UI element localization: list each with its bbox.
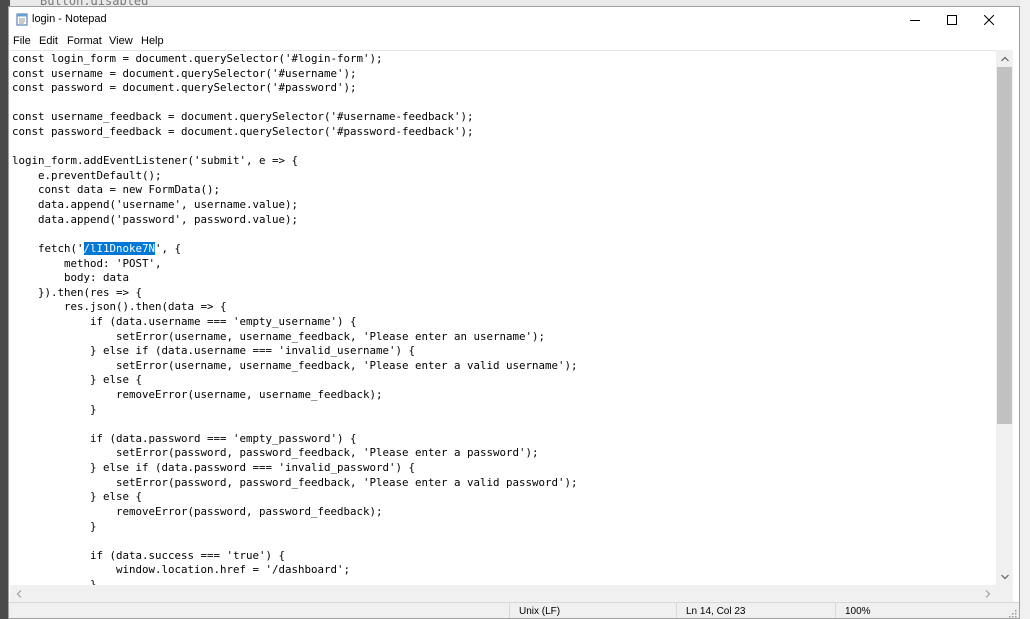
minimize-icon bbox=[910, 19, 920, 21]
code-line[interactable]: } else { bbox=[12, 373, 578, 388]
chevron-right-icon bbox=[985, 589, 990, 598]
code-line[interactable]: const password_feedback = document.query… bbox=[12, 125, 578, 140]
chevron-left-icon bbox=[16, 589, 21, 598]
vertical-scrollbar[interactable] bbox=[996, 50, 1013, 585]
status-zoom: 100% bbox=[835, 603, 1019, 618]
window-title: login - Notepad bbox=[32, 13, 107, 25]
code-line[interactable]: removeError(password, password_feedback)… bbox=[12, 505, 578, 520]
code-line[interactable]: if (data.username === 'empty_username') … bbox=[12, 315, 578, 330]
title-bar[interactable]: login - Notepad bbox=[9, 7, 1019, 32]
horizontal-scrollbar[interactable] bbox=[10, 585, 996, 602]
code-line[interactable]: const login_form = document.querySelecto… bbox=[12, 52, 578, 67]
code-line[interactable]: if (data.success === 'true') { bbox=[12, 549, 578, 564]
notepad-window: login - Notepad File Edit Format View He… bbox=[8, 6, 1020, 619]
scroll-left-button[interactable] bbox=[10, 585, 27, 602]
code-line[interactable]: method: 'POST', bbox=[12, 257, 578, 272]
scroll-down-button[interactable] bbox=[996, 568, 1013, 585]
menu-bar: File Edit Format View Help bbox=[9, 32, 1019, 50]
chevron-down-icon bbox=[1000, 574, 1009, 579]
maximize-button[interactable] bbox=[934, 7, 970, 32]
code-line[interactable]: setError(username, username_feedback, 'P… bbox=[12, 359, 578, 374]
code-line[interactable]: e.preventDefault(); bbox=[12, 169, 578, 184]
scroll-right-button[interactable] bbox=[979, 585, 996, 602]
code-line[interactable]: body: data bbox=[12, 271, 578, 286]
scrollbar-corner bbox=[996, 585, 1013, 602]
menu-format[interactable]: Format bbox=[67, 35, 102, 47]
code-line[interactable]: setError(password, password_feedback, 'P… bbox=[12, 446, 578, 461]
menu-view[interactable]: View bbox=[109, 35, 133, 47]
code-line-text: fetch(' bbox=[12, 241, 84, 255]
code-line[interactable]: fetch('/lI1Dnoke7N', { bbox=[12, 241, 578, 257]
menu-file[interactable]: File bbox=[13, 35, 31, 47]
editor-text[interactable]: const login_form = document.querySelecto… bbox=[12, 52, 578, 586]
code-line[interactable] bbox=[12, 227, 578, 242]
code-line[interactable]: removeError(username, username_feedback)… bbox=[12, 388, 578, 403]
background-right-strip bbox=[1020, 0, 1030, 619]
code-line-suffix: ', { bbox=[155, 241, 182, 255]
code-line[interactable]: const password = document.querySelector(… bbox=[12, 81, 578, 96]
status-cursor-position: Ln 14, Col 23 bbox=[676, 603, 835, 618]
code-line[interactable]: } else { bbox=[12, 490, 578, 505]
code-line[interactable]: const username = document.querySelector(… bbox=[12, 67, 578, 82]
code-line[interactable]: login_form.addEventListener('submit', e … bbox=[12, 154, 578, 169]
status-bar: Unix (LF) Ln 14, Col 23 100% bbox=[9, 602, 1019, 618]
close-button[interactable] bbox=[971, 7, 1007, 32]
code-line[interactable]: } else if (data.username === 'invalid_us… bbox=[12, 344, 578, 359]
code-line[interactable]: } bbox=[12, 520, 578, 535]
code-line[interactable] bbox=[12, 96, 578, 111]
scroll-up-button[interactable] bbox=[996, 50, 1013, 67]
selected-text[interactable]: /lI1Dnoke7N bbox=[83, 241, 156, 255]
code-line[interactable]: window.location.href = '/dashboard'; bbox=[12, 563, 578, 578]
code-line[interactable]: data.append('username', username.value); bbox=[12, 198, 578, 213]
code-line[interactable] bbox=[12, 534, 578, 549]
menu-edit[interactable]: Edit bbox=[39, 35, 58, 47]
menu-help[interactable]: Help bbox=[141, 35, 164, 47]
code-line[interactable]: }).then(res => { bbox=[12, 286, 578, 301]
vertical-scroll-thumb[interactable] bbox=[997, 67, 1012, 424]
code-line[interactable] bbox=[12, 140, 578, 155]
code-line[interactable]: res.json().then(data => { bbox=[12, 300, 578, 315]
code-line[interactable]: } bbox=[12, 403, 578, 418]
code-line[interactable]: const username_feedback = document.query… bbox=[12, 110, 578, 125]
code-line[interactable]: setError(username, username_feedback, 'P… bbox=[12, 330, 578, 345]
chevron-up-icon bbox=[1000, 56, 1009, 61]
status-line-ending: Unix (LF) bbox=[509, 603, 676, 618]
code-line[interactable] bbox=[12, 417, 578, 432]
code-line[interactable]: setError(password, password_feedback, 'P… bbox=[12, 476, 578, 491]
notepad-app-icon bbox=[16, 13, 28, 26]
code-line[interactable]: if (data.password === 'empty_password') … bbox=[12, 432, 578, 447]
resize-grip-icon[interactable] bbox=[1007, 608, 1017, 618]
code-line[interactable]: data.append('password', password.value); bbox=[12, 213, 578, 228]
text-editor[interactable]: const login_form = document.querySelecto… bbox=[10, 50, 996, 586]
code-line[interactable]: } else if (data.password === 'invalid_pa… bbox=[12, 461, 578, 476]
maximize-icon bbox=[947, 14, 957, 25]
code-line[interactable]: const data = new FormData(); bbox=[12, 183, 578, 198]
minimize-button[interactable] bbox=[897, 7, 933, 32]
close-icon bbox=[984, 14, 994, 25]
